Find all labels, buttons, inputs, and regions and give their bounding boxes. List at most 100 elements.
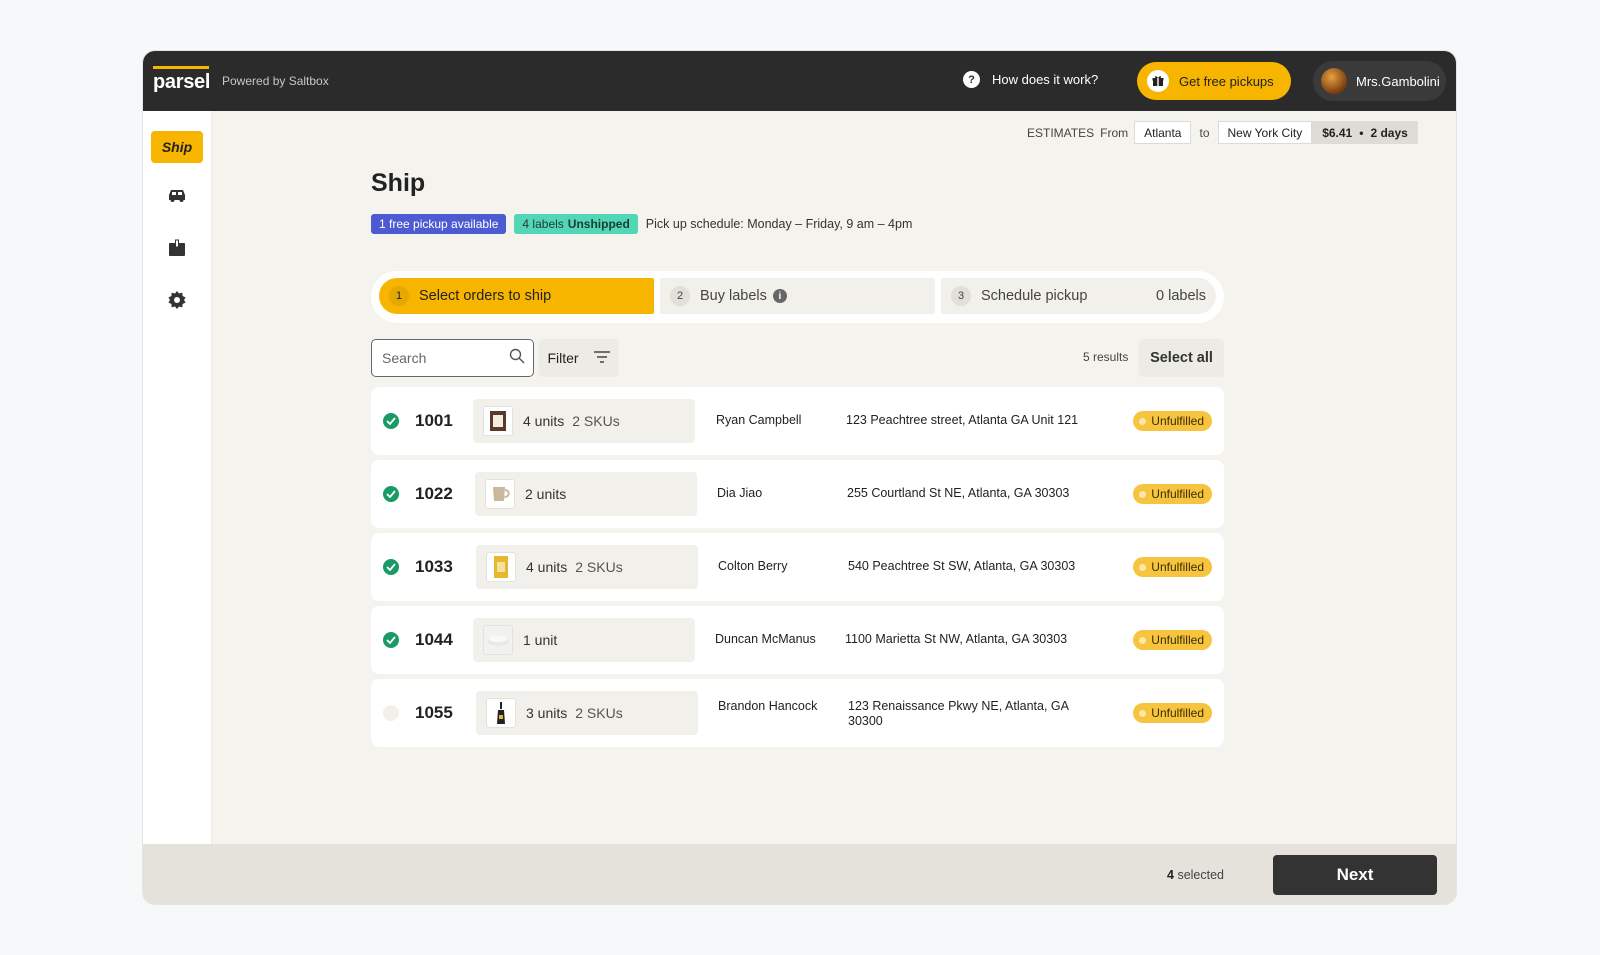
step-buy-labels[interactable]: 2 Buy labels i	[660, 278, 935, 314]
order-items: 3 units 2 SKUs	[476, 691, 698, 735]
product-thumbnail	[483, 625, 513, 655]
sidebar-item-ship[interactable]: Ship	[151, 131, 203, 163]
gift-icon	[1147, 70, 1169, 92]
step-schedule-pickup[interactable]: 3 Schedule pickup 0 labels	[941, 278, 1216, 314]
status-badge: Unfulfilled	[1133, 703, 1212, 723]
labels-count: 4 labels	[522, 217, 564, 231]
status-label: Unfulfilled	[1151, 706, 1204, 720]
order-items: 1 unit	[473, 618, 695, 662]
customer-name: Brandon Hancock	[718, 699, 818, 713]
sku-count: 2 SKUs	[575, 705, 623, 721]
user-menu[interactable]: Mrs.Gambolini	[1313, 61, 1446, 101]
step-label: Buy labels	[700, 288, 767, 304]
powered-by-text: Powered by Saltbox	[222, 74, 329, 88]
status-dot	[1139, 490, 1147, 498]
product-thumbnail	[486, 698, 516, 728]
customer-name: Ryan Campbell	[716, 413, 802, 427]
search-icon	[509, 348, 525, 369]
order-number: 1055	[415, 703, 453, 722]
free-pickup-badge: 1 free pickup available	[371, 214, 507, 234]
step-label: Select orders to ship	[419, 288, 552, 304]
step-number: 2	[670, 286, 690, 306]
orders-list: 1001 4 units 2 SKUs Ryan Campbell 123 Pe…	[371, 387, 1224, 752]
to-label: to	[1199, 125, 1210, 140]
duration-value: 2 days	[1370, 125, 1408, 140]
select-all-button[interactable]: Select all	[1139, 339, 1224, 377]
get-free-pickups-button[interactable]: Get free pickups	[1137, 62, 1291, 100]
checked-checkbox-icon[interactable]	[383, 632, 399, 648]
chat-bubble-icon: ?	[963, 71, 980, 88]
price-value: $6.41	[1322, 125, 1353, 140]
product-thumbnail	[485, 479, 515, 509]
order-row[interactable]: 1055 3 units 2 SKUs Brandon Hancock 123 …	[371, 679, 1224, 747]
order-number: 1001	[415, 411, 453, 430]
footer-bar: 4 selected Next	[143, 844, 1456, 904]
selected-count: 4 selected	[1167, 868, 1224, 882]
step-number: 3	[951, 286, 971, 306]
order-items: 4 units 2 SKUs	[473, 399, 695, 443]
results-count: 5 results	[1083, 350, 1129, 364]
customer-name: Dia Jiao	[717, 486, 763, 500]
status-badge: Unfulfilled	[1133, 557, 1212, 577]
units-count: 4 units	[526, 559, 568, 575]
order-number: 1044	[415, 630, 453, 649]
checked-checkbox-icon[interactable]	[383, 559, 399, 575]
filter-icon	[593, 350, 611, 367]
parsel-logo[interactable]: parsel	[153, 66, 211, 96]
logo-text: parsel	[153, 71, 211, 93]
gear-icon[interactable]	[165, 288, 189, 312]
price-separator: •	[1359, 125, 1364, 140]
product-thumbnail	[483, 406, 513, 436]
how-it-works-label: How does it work?	[992, 72, 1099, 87]
next-button[interactable]: Next	[1273, 855, 1437, 895]
search-field[interactable]	[371, 339, 534, 377]
from-city-field[interactable]: Atlanta	[1134, 121, 1192, 144]
order-number: 1033	[415, 557, 453, 576]
step-progress: 1 Select orders to ship 2 Buy labels i 3…	[371, 271, 1224, 323]
car-icon[interactable]	[165, 183, 189, 207]
status-badge: Unfulfilled	[1133, 630, 1212, 650]
box-icon[interactable]	[165, 236, 189, 260]
unchecked-checkbox-icon[interactable]	[383, 705, 399, 721]
get-free-pickups-label: Get free pickups	[1179, 73, 1274, 89]
shipping-address: 255 Courtland St NE, Atlanta, GA 30303	[847, 486, 1070, 500]
user-name: Mrs.Gambolini	[1356, 73, 1440, 89]
order-items: 2 units	[475, 472, 697, 516]
filter-button[interactable]: Filter	[539, 339, 619, 377]
customer-name: Colton Berry	[718, 559, 788, 573]
product-thumbnail	[486, 552, 516, 582]
order-row[interactable]: 1044 1 unit Duncan McManus 1100 Marietta…	[371, 606, 1224, 674]
selected-number: 4	[1167, 868, 1174, 882]
shipping-address: 123 Renaissance Pkwy NE, Atlanta, GA 303…	[848, 699, 1069, 728]
page-title: Ship	[371, 169, 426, 197]
status-badge: Unfulfilled	[1133, 484, 1212, 504]
labels-badge: 4 labels Unshipped	[514, 214, 638, 234]
how-it-works-link[interactable]: ? How does it work?	[963, 71, 1098, 88]
status-dot	[1139, 563, 1147, 571]
to-city-field[interactable]: New York City	[1217, 121, 1313, 144]
sku-count: 2 SKUs	[572, 413, 620, 429]
filter-label: Filter	[547, 350, 579, 366]
checked-checkbox-icon[interactable]	[383, 486, 399, 502]
order-row[interactable]: 1033 4 units 2 SKUs Colton Berry 540 Pea…	[371, 533, 1224, 601]
top-bar: parsel Powered by Saltbox ? How does it …	[143, 51, 1456, 111]
sku-count: 2 SKUs	[575, 559, 623, 575]
checked-checkbox-icon[interactable]	[383, 413, 399, 429]
order-row[interactable]: 1022 2 units Dia Jiao 255 Courtland St N…	[371, 460, 1224, 528]
order-items: 4 units 2 SKUs	[476, 545, 698, 589]
step-select-orders[interactable]: 1 Select orders to ship	[379, 278, 654, 314]
shipping-address: 540 Peachtree St SW, Atlanta, GA 30303	[848, 559, 1076, 573]
status-badges: 1 free pickup available 4 labels Unshippe…	[371, 214, 912, 234]
info-icon[interactable]: i	[772, 289, 787, 303]
order-row[interactable]: 1001 4 units 2 SKUs Ryan Campbell 123 Pe…	[371, 387, 1224, 455]
app-window: parsel Powered by Saltbox ? How does it …	[143, 51, 1456, 904]
units-count: 3 units	[526, 705, 568, 721]
shipping-estimates: ESTIMATES From Atlanta to New York City …	[1027, 121, 1418, 144]
status-label: Unfulfilled	[1151, 487, 1204, 501]
labels-counter: 0 labels	[1156, 288, 1206, 304]
units-count: 1 unit	[523, 632, 558, 648]
step-label: Schedule pickup	[981, 288, 1088, 304]
search-input[interactable]	[382, 350, 502, 366]
order-number: 1022	[415, 484, 453, 503]
customer-name: Duncan McManus	[715, 632, 816, 646]
